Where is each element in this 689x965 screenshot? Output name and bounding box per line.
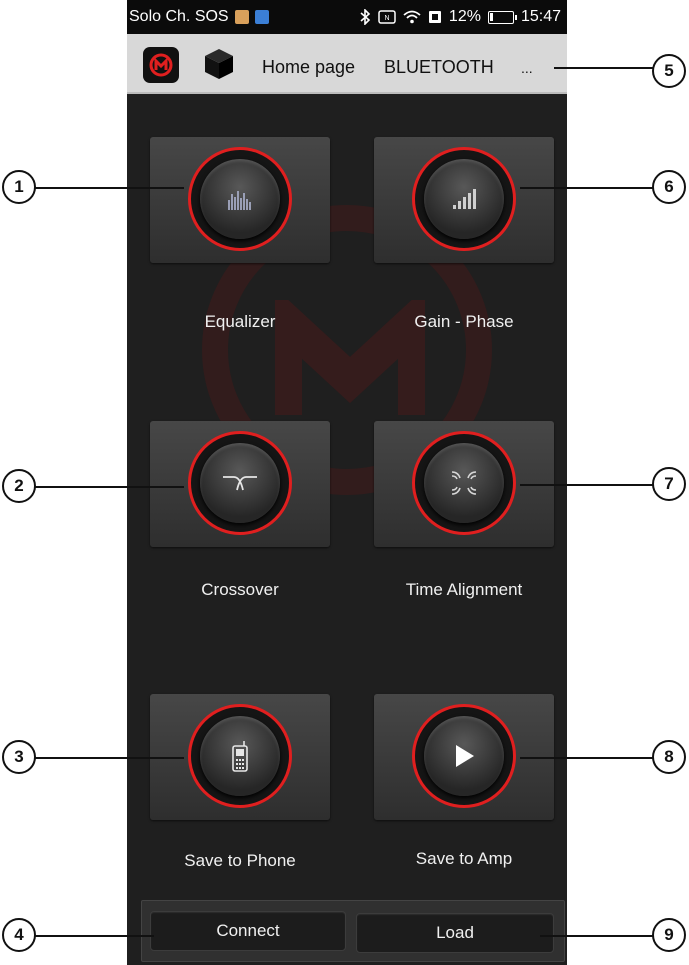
equalizer-tile[interactable] — [150, 137, 330, 263]
callout-line-3 — [34, 757, 184, 759]
callout-8: 8 — [652, 740, 686, 774]
callout-line-7 — [520, 484, 654, 486]
crossover-curve-icon — [223, 476, 257, 491]
callout-3: 3 — [2, 740, 36, 774]
load-button[interactable]: Load — [356, 913, 554, 953]
nfc-icon: N — [378, 10, 396, 24]
equalizer-knob-ring — [188, 147, 292, 251]
callout-line-8 — [520, 757, 654, 759]
save-to-phone-label: Save to Phone — [184, 851, 296, 870]
save-phone-knob — [200, 716, 280, 796]
crossover-tile[interactable] — [150, 421, 330, 547]
callout-2: 2 — [2, 469, 36, 503]
save-to-amp-label: Save to Amp — [415, 849, 513, 868]
callout-line-4 — [34, 935, 154, 937]
notification-icon — [234, 10, 249, 24]
gain-phase-tile[interactable] — [374, 137, 554, 263]
callout-line-2 — [34, 486, 184, 488]
status-left: Solo Ch. SOS — [129, 8, 269, 26]
equalizer-bars-icon — [228, 191, 251, 210]
phone-icon — [232, 741, 248, 772]
time-alignment-label: Time Alignment — [405, 580, 523, 599]
status-right: N 12% 15:47 — [359, 8, 561, 26]
save-phone-knob-ring — [188, 704, 292, 808]
home-page-link[interactable]: Home page — [262, 57, 355, 78]
gain-phase-label: Gain - Phase — [414, 312, 514, 331]
signal-strength-icon — [453, 189, 476, 209]
overflow-menu[interactable]: ... — [521, 60, 533, 76]
connect-button[interactable]: Connect — [150, 911, 346, 951]
crossover-knob — [200, 443, 280, 523]
equalizer-label: Equalizer — [204, 312, 276, 331]
callout-line-9 — [540, 935, 654, 937]
callout-line-6 — [520, 187, 654, 189]
callout-line-1 — [34, 187, 184, 189]
equalizer-knob — [200, 159, 280, 239]
app-logo-icon[interactable] — [143, 47, 179, 83]
app-notification-icon — [254, 10, 269, 24]
bluetooth-link[interactable]: BLUETOOTH — [384, 57, 494, 78]
save-amp-knob-ring — [412, 704, 516, 808]
gain-phase-knob-ring — [412, 147, 516, 251]
save-amp-knob — [424, 716, 504, 796]
logo-mark-icon — [149, 53, 173, 77]
gain-phase-knob — [424, 159, 504, 239]
callout-line-5 — [554, 67, 656, 69]
bottom-action-bar: Connect Load — [141, 900, 565, 962]
callout-9: 9 — [652, 918, 686, 952]
status-bar: Solo Ch. SOS N 12% 15:47 — [127, 0, 567, 34]
callout-7: 7 — [652, 467, 686, 501]
sim-icon — [428, 11, 441, 23]
callout-1: 1 — [2, 170, 36, 204]
callout-6: 6 — [652, 170, 686, 204]
crossover-label: Crossover — [201, 580, 279, 599]
time-alignment-icon — [451, 471, 477, 495]
cube-icon[interactable] — [203, 47, 235, 81]
battery-icon — [487, 10, 517, 24]
callout-5: 5 — [652, 54, 686, 88]
toolbar: Home page BLUETOOTH ... — [127, 34, 567, 94]
status-time: 15:47 — [520, 8, 561, 25]
time-alignment-knob-ring — [412, 431, 516, 535]
battery-percent: 12% — [448, 8, 481, 25]
callout-4: 4 — [2, 918, 36, 952]
play-icon — [456, 745, 474, 767]
svg-text:N: N — [384, 15, 389, 22]
app-screen: Solo Ch. SOS N 12% 15:47 Home page BLUET… — [127, 0, 567, 965]
bluetooth-icon — [360, 9, 371, 25]
carrier-name: Solo Ch. SOS — [129, 8, 229, 25]
wifi-icon — [403, 10, 421, 24]
time-alignment-knob — [424, 443, 504, 523]
crossover-knob-ring — [188, 431, 292, 535]
